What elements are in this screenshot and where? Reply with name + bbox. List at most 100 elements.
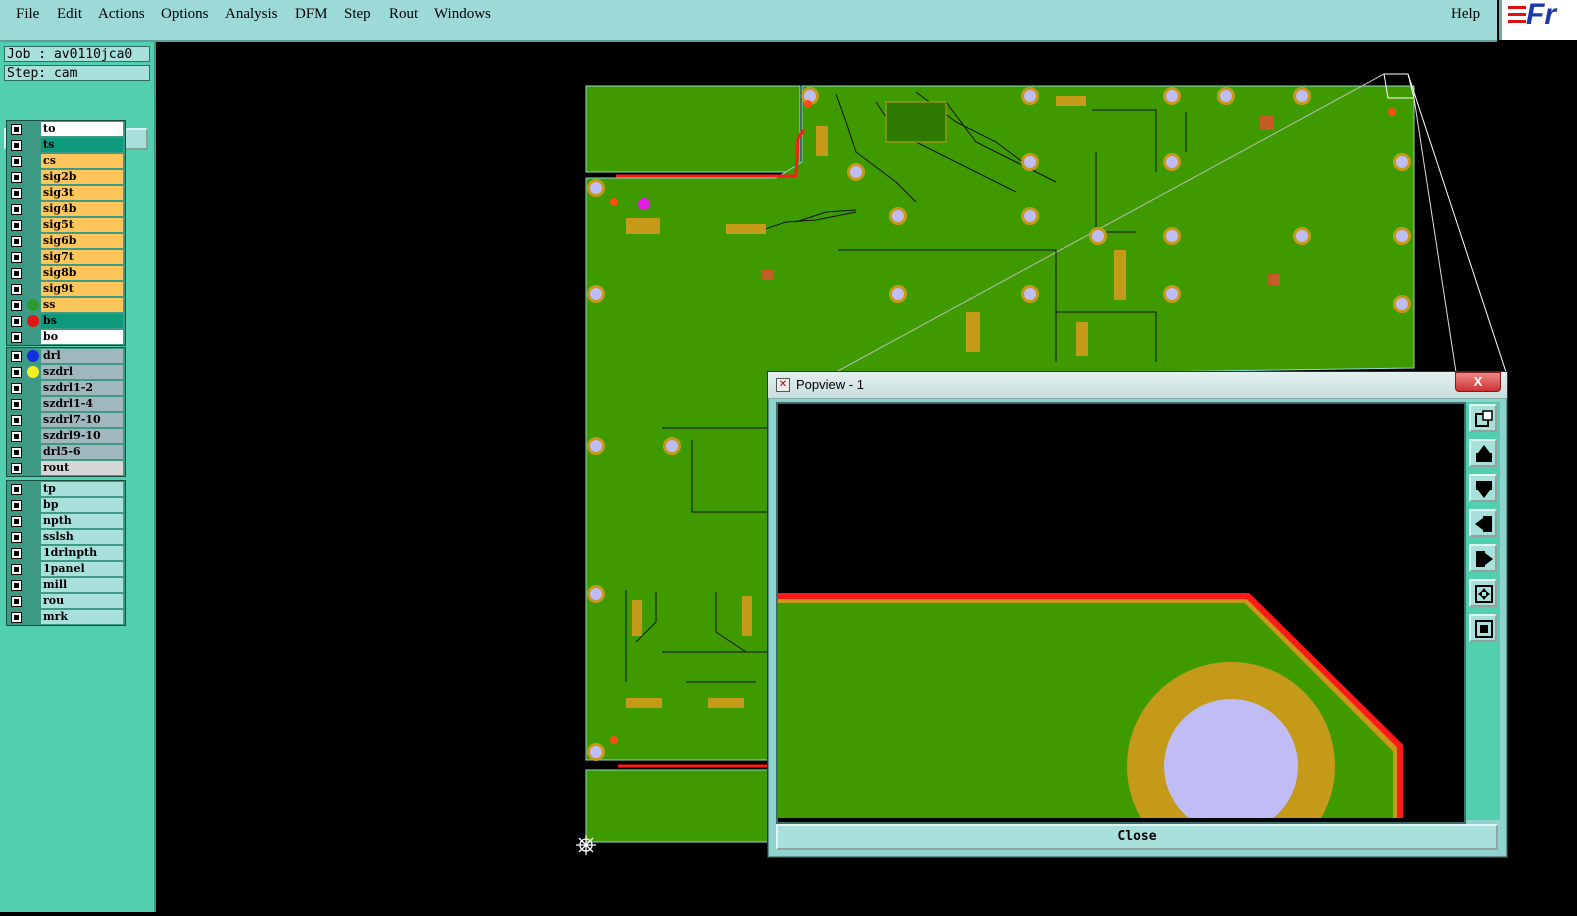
layer-checkbox[interactable] bbox=[11, 367, 22, 378]
layer-row-bo[interactable]: bo bbox=[7, 329, 125, 345]
layer-name[interactable]: mrk bbox=[41, 610, 123, 624]
layer-name[interactable]: sig3t bbox=[41, 186, 123, 200]
layer-name[interactable]: sslsh bbox=[41, 530, 123, 544]
layer-checkbox[interactable] bbox=[11, 252, 22, 263]
layer-name[interactable]: bo bbox=[41, 330, 123, 344]
menu-dfm[interactable]: DFM bbox=[295, 6, 328, 23]
layer-checkbox[interactable] bbox=[11, 332, 22, 343]
layer-checkbox[interactable] bbox=[11, 564, 22, 575]
layer-name[interactable]: to bbox=[41, 122, 123, 136]
layer-name[interactable]: ts bbox=[41, 138, 123, 152]
layer-row-bp[interactable]: bp bbox=[7, 497, 125, 513]
layer-checkbox[interactable] bbox=[11, 284, 22, 295]
menu-step[interactable]: Step bbox=[344, 6, 371, 23]
layer-row-drl[interactable]: drl bbox=[7, 348, 125, 364]
pan-up-button[interactable] bbox=[1469, 439, 1497, 467]
zoom-window-button[interactable] bbox=[1469, 404, 1497, 432]
layer-row-sig7t[interactable]: sig7t bbox=[7, 249, 125, 265]
layer-row-1panel[interactable]: 1panel bbox=[7, 561, 125, 577]
layer-name[interactable]: szdrl7-10 bbox=[41, 413, 123, 427]
layer-row-szdrl9-10[interactable]: szdrl9-10 bbox=[7, 428, 125, 444]
pan-down-button[interactable] bbox=[1469, 474, 1497, 502]
popview-canvas[interactable] bbox=[776, 402, 1466, 824]
layer-checkbox[interactable] bbox=[11, 399, 22, 410]
layer-name[interactable]: sig4b bbox=[41, 202, 123, 216]
menu-edit[interactable]: Edit bbox=[57, 6, 82, 23]
close-button[interactable]: Close bbox=[776, 824, 1498, 850]
layer-name[interactable]: 1drlnpth bbox=[41, 546, 123, 560]
layer-name[interactable]: 1panel bbox=[41, 562, 123, 576]
layer-checkbox[interactable] bbox=[11, 140, 22, 151]
layer-name[interactable]: sig9t bbox=[41, 282, 123, 296]
layer-row-1drlnpth[interactable]: 1drlnpth bbox=[7, 545, 125, 561]
layer-row-mill[interactable]: mill bbox=[7, 577, 125, 593]
layer-row-cs[interactable]: cs bbox=[7, 153, 125, 169]
layer-row-ss[interactable]: ss bbox=[7, 297, 125, 313]
layer-checkbox[interactable] bbox=[11, 204, 22, 215]
layer-checkbox[interactable] bbox=[11, 351, 22, 362]
window-close-button[interactable]: X bbox=[1455, 372, 1501, 392]
layer-checkbox[interactable] bbox=[11, 156, 22, 167]
zoom-fit-button[interactable] bbox=[1469, 614, 1497, 642]
layer-row-szdrl[interactable]: szdrl bbox=[7, 364, 125, 380]
layer-checkbox[interactable] bbox=[11, 300, 22, 311]
layer-row-to[interactable]: to bbox=[7, 121, 125, 137]
layer-checkbox[interactable] bbox=[11, 516, 22, 527]
layer-name[interactable]: cs bbox=[41, 154, 123, 168]
layer-row-mrk[interactable]: mrk bbox=[7, 609, 125, 625]
layer-row-npth[interactable]: npth bbox=[7, 513, 125, 529]
layer-row-tp[interactable]: tp bbox=[7, 481, 125, 497]
layer-row-sig9t[interactable]: sig9t bbox=[7, 281, 125, 297]
pan-right-button[interactable] bbox=[1469, 544, 1497, 572]
layer-row-szdrl1-2[interactable]: szdrl1-2 bbox=[7, 380, 125, 396]
layer-name[interactable]: szdrl bbox=[41, 365, 123, 379]
popview-titlebar[interactable]: ✕ Popview - 1 X bbox=[768, 372, 1507, 399]
layer-checkbox[interactable] bbox=[11, 316, 22, 327]
layer-name[interactable]: sig6b bbox=[41, 234, 123, 248]
layer-row-bs[interactable]: bs bbox=[7, 313, 125, 329]
layer-name[interactable]: sig5t bbox=[41, 218, 123, 232]
layer-checkbox[interactable] bbox=[11, 268, 22, 279]
pan-left-button[interactable] bbox=[1469, 509, 1497, 537]
menu-actions[interactable]: Actions bbox=[98, 6, 145, 23]
zoom-in-button[interactable] bbox=[1469, 579, 1497, 607]
layer-name[interactable]: drl5-6 bbox=[41, 445, 123, 459]
layer-checkbox[interactable] bbox=[11, 596, 22, 607]
layer-name[interactable]: szdrl9-10 bbox=[41, 429, 123, 443]
menu-windows[interactable]: Windows bbox=[434, 6, 491, 23]
layer-row-drl5-6[interactable]: drl5-6 bbox=[7, 444, 125, 460]
layer-checkbox[interactable] bbox=[11, 548, 22, 559]
layer-name[interactable]: rou bbox=[41, 594, 123, 608]
layer-name[interactable]: tp bbox=[41, 482, 123, 496]
layer-checkbox[interactable] bbox=[11, 236, 22, 247]
layer-checkbox[interactable] bbox=[11, 415, 22, 426]
layer-checkbox[interactable] bbox=[11, 500, 22, 511]
layer-row-sig4b[interactable]: sig4b bbox=[7, 201, 125, 217]
layer-name[interactable]: sig2b bbox=[41, 170, 123, 184]
layer-checkbox[interactable] bbox=[11, 188, 22, 199]
layer-name[interactable]: bp bbox=[41, 498, 123, 512]
layer-name[interactable]: drl bbox=[41, 349, 123, 363]
layer-row-sig5t[interactable]: sig5t bbox=[7, 217, 125, 233]
menu-rout[interactable]: Rout bbox=[389, 6, 418, 23]
layer-name[interactable]: sig8b bbox=[41, 266, 123, 280]
layer-row-sig3t[interactable]: sig3t bbox=[7, 185, 125, 201]
layer-name[interactable]: rout bbox=[41, 461, 123, 475]
layer-row-sslsh[interactable]: sslsh bbox=[7, 529, 125, 545]
layer-checkbox[interactable] bbox=[11, 172, 22, 183]
layer-row-sig6b[interactable]: sig6b bbox=[7, 233, 125, 249]
layer-name[interactable]: sig7t bbox=[41, 250, 123, 264]
layer-checkbox[interactable] bbox=[11, 124, 22, 135]
layer-checkbox[interactable] bbox=[11, 463, 22, 474]
layer-name[interactable]: mill bbox=[41, 578, 123, 592]
layer-row-ts[interactable]: ts bbox=[7, 137, 125, 153]
layer-row-szdrl1-4[interactable]: szdrl1-4 bbox=[7, 396, 125, 412]
layer-name[interactable]: bs bbox=[41, 314, 123, 328]
layer-checkbox[interactable] bbox=[11, 431, 22, 442]
layer-name[interactable]: szdrl1-4 bbox=[41, 397, 123, 411]
layer-row-rout[interactable]: rout bbox=[7, 460, 125, 476]
layer-checkbox[interactable] bbox=[11, 484, 22, 495]
layer-name[interactable]: npth bbox=[41, 514, 123, 528]
layer-checkbox[interactable] bbox=[11, 580, 22, 591]
layer-checkbox[interactable] bbox=[11, 612, 22, 623]
